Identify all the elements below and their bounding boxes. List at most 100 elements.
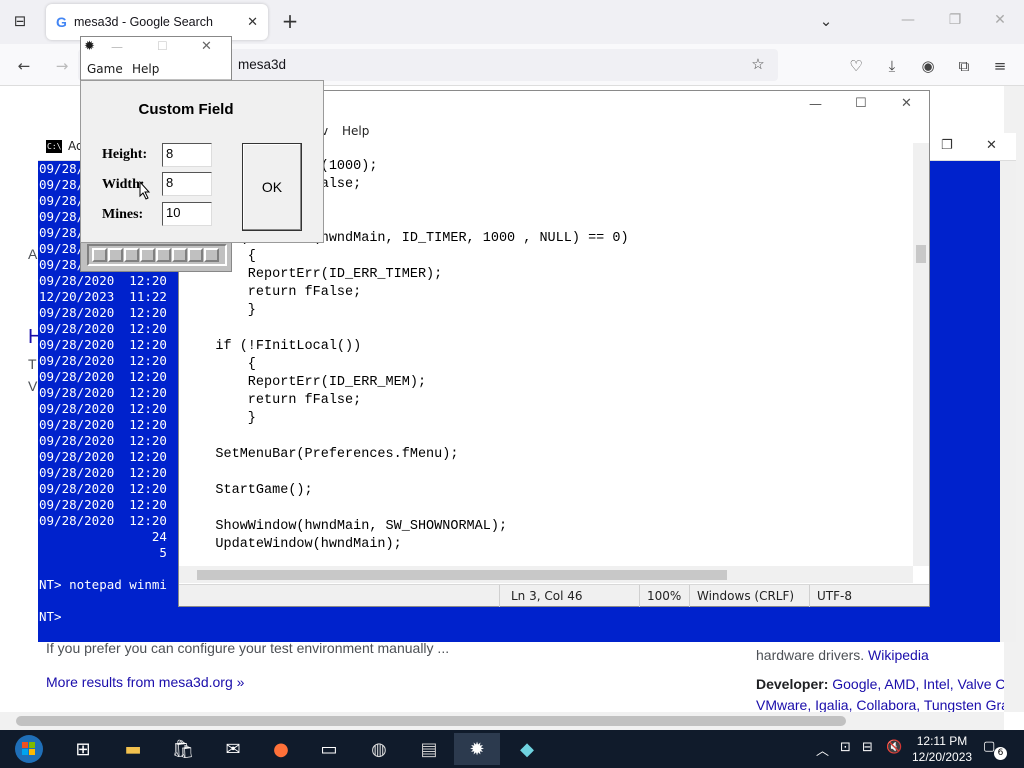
width-input[interactable]: 8 [162, 172, 212, 196]
volume-muted-icon[interactable]: 🔇 [886, 740, 902, 755]
new-tab-button[interactable]: + [279, 9, 301, 33]
tab-title: mesa3d - Google Search [74, 15, 213, 29]
mine-cell[interactable] [92, 248, 107, 262]
mines-label: Mines: [102, 207, 144, 222]
terminal-icon[interactable]: ▭ [306, 733, 352, 765]
notepad-taskbar-icon[interactable]: ◆ [504, 733, 550, 765]
clock-app-icon[interactable]: ◍ [356, 733, 402, 765]
developer-links[interactable]: Google, AMD, Intel, Valve C [832, 676, 1004, 692]
maximize-icon[interactable]: ❐ [941, 138, 953, 153]
mine-cell[interactable] [124, 248, 139, 262]
maximize-icon[interactable]: ☐ [855, 96, 867, 111]
bookmark-star-icon[interactable]: ☆ [748, 54, 768, 74]
minimize-icon[interactable]: — [809, 97, 822, 112]
tab-close-icon[interactable]: ✕ [247, 15, 258, 30]
lead-char: T [28, 356, 37, 372]
cmd-icon: C:\ [46, 140, 62, 153]
maximize-icon[interactable]: ☐ [157, 39, 168, 53]
tray-camera-icon[interactable]: ⊡ [840, 740, 851, 755]
mine-cell[interactable] [172, 248, 187, 262]
back-arrow-icon[interactable]: ← [14, 56, 34, 76]
console-line: NT> [39, 609, 62, 624]
firefox-icon[interactable]: ● [258, 733, 304, 765]
close-icon[interactable]: ✕ [990, 12, 1010, 28]
encoding: UTF-8 [817, 589, 852, 603]
mine-icon: ✹ [84, 39, 95, 54]
height-input[interactable]: 8 [162, 143, 212, 167]
status-divider [809, 585, 810, 607]
more-results-link[interactable]: More results from mesa3d.org » [46, 674, 244, 690]
menu-hamburger-icon[interactable]: ≡ [990, 56, 1010, 76]
mine-cell[interactable] [108, 248, 123, 262]
clock-time: 12:11 PM [916, 734, 968, 748]
mine-cell[interactable] [156, 248, 171, 262]
store-icon[interactable]: 🛍 [160, 733, 206, 765]
lead-char: A [28, 246, 38, 262]
menu-help[interactable]: Help [132, 62, 159, 76]
minesweeper-taskbar-icon[interactable]: ✹ [454, 733, 500, 765]
taskbar: ⊞ ▬ 🛍 ✉ ● ▭ ◍ ▤ ✹ ◆ ︿ ⊡ ⊟ 🔇 12:11 PM 12/… [0, 730, 1024, 768]
dialog-title: Custom Field [138, 101, 234, 118]
tab-list-icon[interactable]: ⊟ [9, 10, 31, 32]
google-favicon-icon: G [56, 14, 67, 30]
knowledge-panel-text: hardware drivers. Wikipedia [756, 647, 929, 663]
menu-game[interactable]: Game [87, 62, 123, 76]
notification-center-icon[interactable]: ▢ 6 [983, 739, 1007, 760]
notepad-horizontal-scrollbar[interactable] [179, 566, 913, 583]
scroll-thumb[interactable] [16, 716, 846, 726]
downloads-icon[interactable]: ⤓ [882, 56, 902, 76]
developer-links-2[interactable]: VMware, Igalia, Collabora, Tungsten Gra [756, 697, 1004, 712]
status-divider [499, 585, 500, 607]
minimize-icon[interactable]: — [898, 12, 918, 28]
scroll-thumb[interactable] [916, 245, 926, 263]
account-icon[interactable]: ◉ [918, 56, 938, 76]
minesweeper-titlebar[interactable]: ✹ — ☐ ✕ [81, 37, 231, 59]
windows-logo-icon [15, 735, 43, 763]
wikipedia-link[interactable]: Wikipedia [868, 647, 929, 663]
close-icon[interactable]: ✕ [201, 39, 212, 54]
mine-cell[interactable] [204, 248, 219, 262]
mines-input[interactable]: 10 [162, 202, 212, 226]
maximize-icon[interactable]: ❐ [945, 12, 965, 28]
status-divider [689, 585, 690, 607]
tab-overflow-chevron-icon[interactable]: ⌄ [815, 10, 837, 32]
start-button[interactable] [6, 733, 52, 765]
tab-google-search[interactable]: G mesa3d - Google Search ✕ [46, 4, 268, 40]
mine-cell[interactable] [188, 248, 203, 262]
result-snippet: If you prefer you can configure your tes… [46, 640, 450, 656]
developer-label: Developer: [756, 676, 829, 692]
window-app-icon[interactable]: ▤ [406, 733, 452, 765]
forward-arrow-icon[interactable]: → [52, 56, 72, 76]
notification-badge: 6 [994, 747, 1007, 760]
console-vertical-scrollbar[interactable] [1000, 161, 1016, 642]
notepad-statusbar: Ln 3, Col 46 100% Windows (CRLF) UTF-8 [179, 584, 929, 607]
notepad-vertical-scrollbar[interactable] [913, 143, 929, 566]
menu-help[interactable]: Help [342, 124, 369, 138]
developer-row: Developer: Google, AMD, Intel, Valve C [756, 676, 1004, 692]
mine-cell[interactable] [140, 248, 155, 262]
task-view-icon[interactable]: ⊞ [60, 733, 106, 765]
scroll-thumb[interactable] [197, 570, 727, 580]
minimize-icon[interactable]: — [111, 40, 123, 54]
browser-horizontal-scrollbar[interactable] [0, 712, 1004, 730]
cursor-position: Ln 3, Col 46 [511, 589, 583, 603]
clock-date: 12/20/2023 [912, 750, 973, 764]
lead-char: V [28, 378, 38, 394]
status-divider [639, 585, 640, 607]
system-clock[interactable]: 12:11 PM 12/20/2023 [912, 733, 972, 765]
pocket-icon[interactable]: ♡ [846, 56, 866, 76]
hardware-drivers-text: hardware drivers. [756, 647, 865, 663]
extensions-icon[interactable]: ⧉ [954, 56, 974, 76]
zoom-level: 100% [647, 589, 682, 603]
url-text[interactable]: mesa3d [238, 57, 286, 72]
close-icon[interactable]: ✕ [986, 138, 997, 153]
mine-field-row[interactable] [87, 244, 227, 266]
close-icon[interactable]: ✕ [901, 96, 912, 111]
tray-chevron-icon[interactable]: ︿ [816, 740, 829, 759]
network-icon[interactable]: ⊟ [862, 740, 873, 755]
minesweeper-menubar: Game Help [81, 59, 231, 79]
height-label: Height: [102, 147, 148, 162]
file-explorer-icon[interactable]: ▬ [110, 733, 156, 765]
mail-icon[interactable]: ✉ [210, 733, 256, 765]
ok-button[interactable]: OK [242, 143, 302, 231]
